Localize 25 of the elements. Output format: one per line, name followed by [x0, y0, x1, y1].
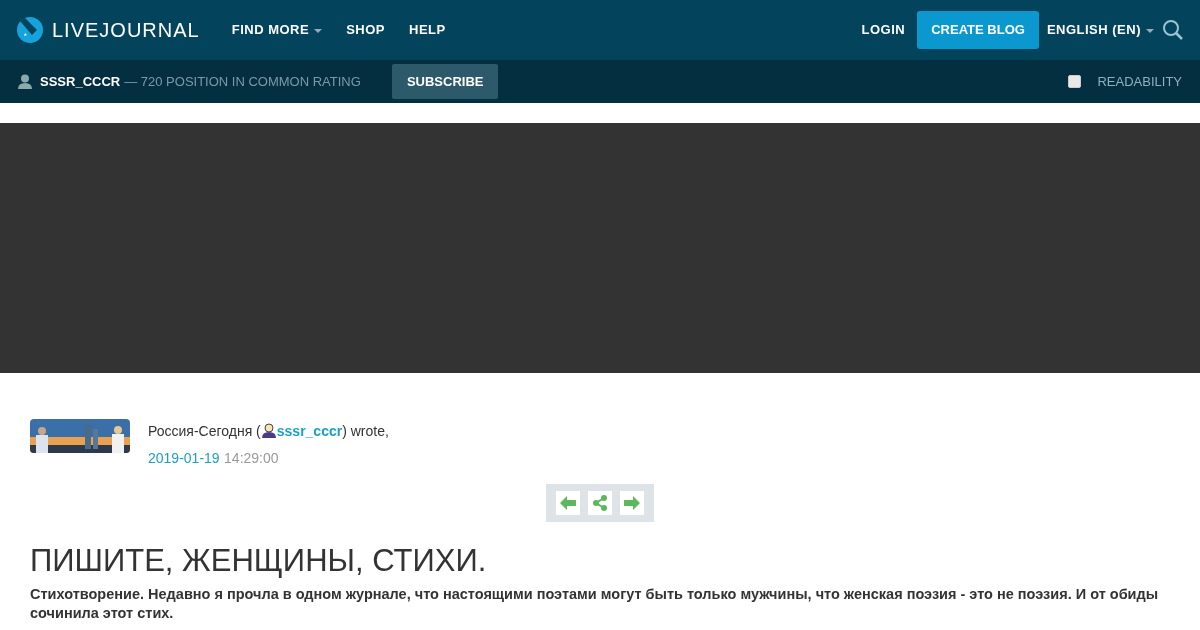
- login-link[interactable]: LOGIN: [861, 20, 906, 40]
- arrow-right-icon: [624, 496, 640, 510]
- share-button[interactable]: [588, 491, 612, 515]
- user-icon: [18, 74, 32, 89]
- readability-checkbox[interactable]: [1068, 75, 1082, 88]
- nav-link[interactable]: HELP: [409, 20, 446, 40]
- share-icon: [592, 495, 608, 511]
- nav-link[interactable]: SHOP: [346, 20, 385, 40]
- post-time: 14:29:00: [224, 450, 279, 466]
- search-icon[interactable]: [1162, 19, 1184, 41]
- arrow-left-icon: [560, 496, 576, 510]
- user-icon: [260, 422, 277, 438]
- readability-label[interactable]: READABILITY: [1097, 71, 1182, 92]
- journal-username[interactable]: SSSR_CCCR: [40, 71, 121, 92]
- logo-text[interactable]: LIVEJOURNAL: [52, 15, 200, 45]
- post-body: Стихотворение. Недавно я прочла в одном журнале, что настоящими поэтами могут быть только мужчины, что женская поэзия - это не поэзия. И от обиды сочинила этот стих.: [30, 585, 1160, 624]
- next-button[interactable]: [620, 491, 644, 515]
- previous-button[interactable]: [556, 491, 580, 515]
- logo-icon: [16, 16, 44, 44]
- subscribe-button[interactable]: SUBSCRIBE: [391, 63, 499, 100]
- post-title: ПИШИТЕ, ЖЕНЩИНЫ, СТИХИ.: [30, 542, 488, 580]
- rating-text: — 720 POSITION IN COMMON RATING: [124, 72, 361, 91]
- author-line: Россия-Сегодня ( sssr_cccr) wrote,: [148, 421, 389, 441]
- nav-link[interactable]: FIND MORE: [231, 20, 323, 40]
- language-dropdown[interactable]: ENGLISH (EN): [1046, 20, 1154, 40]
